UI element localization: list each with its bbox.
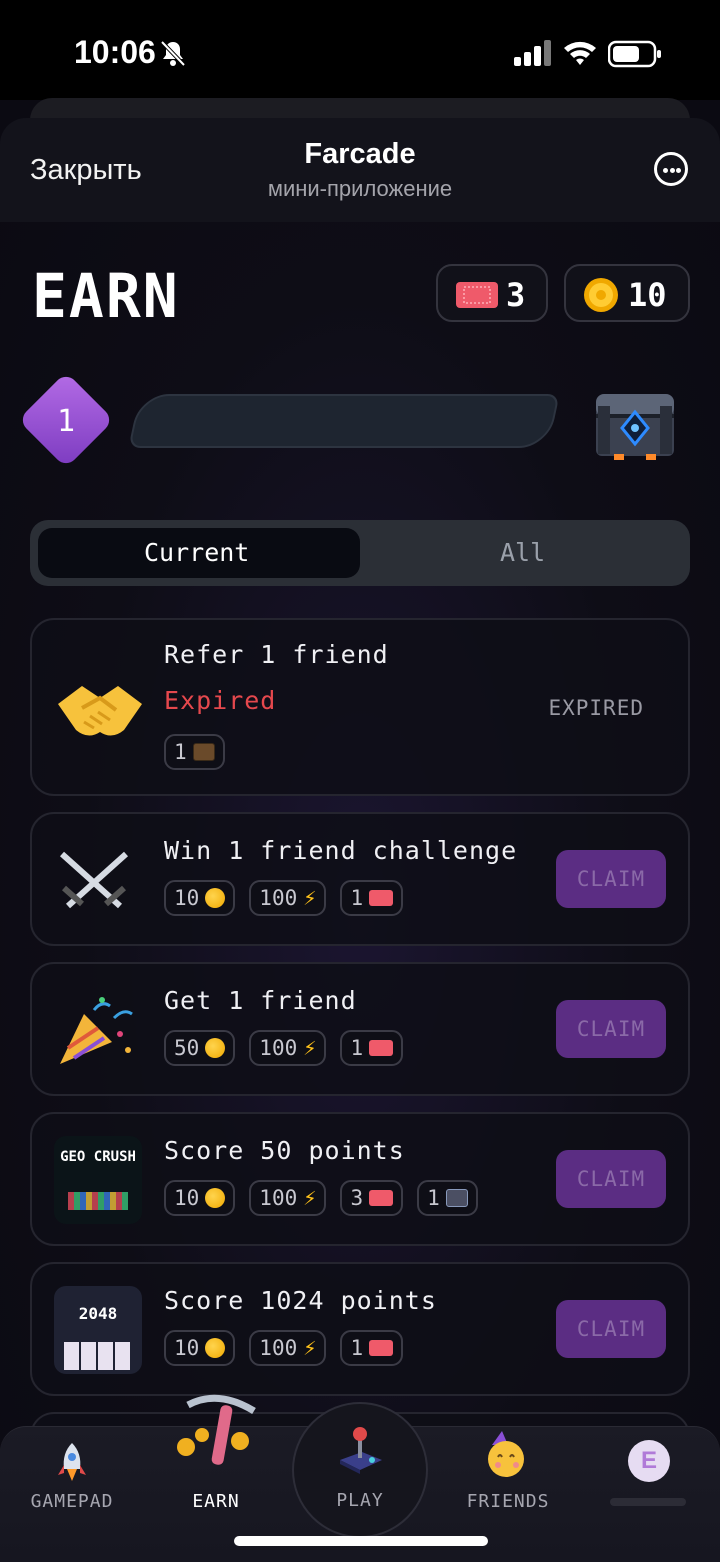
task-card-score-50: GEO CRUSH Score 50 points 10 100 ⚡ 3 1 CL… <box>30 1112 690 1246</box>
task-title: Refer 1 friend <box>164 640 389 669</box>
cellular-signal-icon <box>514 40 551 66</box>
reward-energy-badge: 100 ⚡ <box>249 1030 327 1066</box>
task-title: Win 1 friend challenge <box>164 836 518 865</box>
coin-icon <box>205 888 226 908</box>
mini-app-sheet: Закрыть Farcade мини-приложение EARN 3 1… <box>0 118 720 1562</box>
task-title: Score 1024 points <box>164 1286 437 1315</box>
party-popper-icon <box>60 997 133 1064</box>
tab-current[interactable]: Current <box>144 538 249 567</box>
lightning-icon: ⚡ <box>303 1035 317 1061</box>
pickaxe-coins-icon <box>177 1394 256 1465</box>
task-rewards: 10 100 ⚡ 1 <box>164 880 404 916</box>
reward-ticket-badge: 3 <box>340 1180 404 1216</box>
crossed-swords-icon <box>59 851 129 909</box>
task-rewards: 10 100 ⚡ 3 1 <box>164 1180 478 1216</box>
game-logo-text: GEO CRUSH <box>60 1149 136 1165</box>
wooden-chest-icon <box>192 743 215 761</box>
level-number: 1 <box>56 404 76 439</box>
reward-chest-badge: 1 <box>164 734 225 770</box>
geo-crush-game-logo: GEO CRUSH <box>54 1136 142 1224</box>
task-card-win-challenge: Win 1 friend challenge 10 100 ⚡ 1 CLAIM <box>30 812 690 946</box>
reward-energy-badge: 100 ⚡ <box>249 880 327 916</box>
game-logo-pattern <box>68 1192 128 1210</box>
coins-count: 10 <box>628 276 667 314</box>
ticket-icon <box>456 282 498 308</box>
reward-ticket-badge: 1 <box>340 1330 404 1366</box>
ticket-icon <box>369 1340 394 1356</box>
task-status: EXPIRED <box>548 696 644 720</box>
tab-all[interactable]: All <box>500 538 545 567</box>
home-indicator[interactable] <box>234 1536 488 1546</box>
ticket-icon <box>369 1040 394 1056</box>
reward-chest-icon[interactable] <box>592 386 678 462</box>
nav-label: FRIENDS <box>466 1491 550 1512</box>
level-progress-bar <box>128 394 560 448</box>
2048-game-logo: 2048 <box>54 1286 142 1374</box>
party-face-icon <box>488 1431 524 1477</box>
reward-ticket-badge: 1 <box>340 880 404 916</box>
coin-icon <box>205 1038 226 1058</box>
game-logo-text: 2048 <box>78 1304 118 1323</box>
lightning-icon: ⚡ <box>303 885 317 911</box>
app-subtitle: мини-приложение <box>267 176 453 201</box>
claim-button[interactable]: CLAIM <box>556 1150 666 1208</box>
profile-avatar[interactable]: E <box>628 1440 670 1482</box>
nav-friends[interactable]: FRIENDS <box>467 1427 590 1557</box>
nav-label: EARN <box>192 1491 240 1512</box>
status-bar: 10:06 <box>0 0 720 100</box>
lightning-icon: ⚡ <box>303 1335 317 1361</box>
mini-app-header: Закрыть Farcade мини-приложение <box>0 118 720 222</box>
claim-button[interactable]: CLAIM <box>556 850 666 908</box>
task-rewards: 10 100 ⚡ 1 <box>164 1330 404 1366</box>
task-rewards: 50 100 ⚡ 1 <box>164 1030 404 1066</box>
coin-icon <box>205 1188 226 1208</box>
nav-play[interactable]: PLAY <box>292 1402 428 1538</box>
lightning-icon: ⚡ <box>303 1185 317 1211</box>
claim-button[interactable]: CLAIM <box>556 1300 666 1358</box>
coin-icon <box>584 278 618 312</box>
reward-coins-badge: 10 <box>164 1180 236 1216</box>
reward-coins-badge: 10 <box>164 1330 236 1366</box>
battery-icon <box>608 40 661 68</box>
joystick-icon <box>340 1427 382 1474</box>
task-rewards: 1 <box>164 734 225 770</box>
coins-counter[interactable]: 10 <box>564 264 690 322</box>
tickets-counter[interactable]: 3 <box>436 264 548 322</box>
nav-label: GAMEPAD <box>30 1491 114 1512</box>
ticket-icon <box>369 890 394 906</box>
task-title: Get 1 friend <box>164 986 357 1015</box>
reward-energy-badge: 100 ⚡ <box>249 1330 327 1366</box>
tickets-count: 3 <box>506 276 526 314</box>
reward-ticket-badge: 1 <box>340 1030 404 1066</box>
reward-chest-badge: 1 <box>417 1180 478 1216</box>
task-title: Score 50 points <box>164 1136 405 1165</box>
coin-icon <box>205 1338 226 1358</box>
wifi-icon <box>564 41 596 65</box>
game-logo-tiles <box>64 1342 132 1370</box>
task-card-get-friend: Get 1 friend 50 100 ⚡ 1 CLAIM <box>30 962 690 1096</box>
chest-icon <box>445 1189 468 1207</box>
rocket-icon <box>58 1443 86 1481</box>
more-options-icon[interactable] <box>654 152 688 186</box>
reward-coins-badge: 50 <box>164 1030 236 1066</box>
status-time: 10:06 <box>74 34 156 70</box>
reward-energy-badge: 100 ⚡ <box>249 1180 327 1216</box>
ticket-icon <box>369 1190 394 1206</box>
nav-gamepad[interactable]: GAMEPAD <box>12 1427 132 1557</box>
handshake-icon <box>58 686 142 736</box>
task-filter-tabs: Current All <box>30 520 690 586</box>
page-title: EARN <box>32 260 180 332</box>
app-title: Farcade <box>304 138 416 170</box>
claim-button[interactable]: CLAIM <box>556 1000 666 1058</box>
profile-indicator <box>610 1498 686 1506</box>
bell-muted-icon <box>160 40 186 67</box>
task-card-score-1024: 2048 Score 1024 points 10 100 ⚡ 1 CLAIM <box>30 1262 690 1396</box>
task-card-refer-friend: Refer 1 friend Expired EXPIRED 1 <box>30 618 690 796</box>
reward-coins-badge: 10 <box>164 880 236 916</box>
nav-earn[interactable]: EARN <box>156 1391 276 1557</box>
task-expired-label: Expired <box>164 686 277 715</box>
nav-label: PLAY <box>336 1490 384 1511</box>
